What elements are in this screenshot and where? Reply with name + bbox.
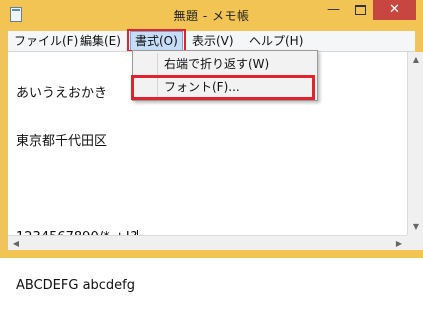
menu-item-font[interactable]: フォント(F)... [136,76,314,98]
menu-help[interactable]: ヘルプ(H) [249,31,303,51]
editor-line: 東京都千代田区 [16,134,108,149]
menu-item-label: 右端で折り返す(W) [164,57,270,71]
editor-text[interactable]: あいうえおかき 東京都千代田区 1234567890/*-+!? ABCDEFG… [16,54,139,326]
size-grip[interactable] [407,235,423,251]
menu-edit[interactable]: 編集(E) [80,31,121,51]
menu-format[interactable]: 書式(O) [130,31,183,51]
maximize-icon [354,5,366,15]
menu-bar: ファイル(F) 編集(E) 書式(O) 表示(V) ヘルプ(H) [8,31,415,51]
minimize-button[interactable]: — [320,0,347,20]
close-button[interactable]: ✕ [373,0,416,20]
minimize-icon: — [327,2,340,17]
format-dropdown-menu: 右端で折り返す(W) フォント(F)... [132,50,318,101]
window-bottom-border [0,250,423,258]
editor-line: ABCDEFG abcdefg [16,278,136,293]
close-icon: ✕ [389,2,400,17]
maximize-button[interactable] [347,0,373,20]
title-bar[interactable]: 無題 - メモ帳 — ✕ [0,0,423,30]
editor-line: あいうえおかき [16,86,108,101]
menu-file[interactable]: ファイル(F) [14,31,78,51]
scroll-down-icon[interactable]: ▼ [408,219,423,235]
menu-item-word-wrap[interactable]: 右端で折り返す(W) [136,53,314,75]
vertical-scrollbar[interactable]: ▲ ▼ [407,52,423,235]
menu-item-label: フォント(F)... [164,80,240,94]
horizontal-scrollbar[interactable]: ◀ ▶ [8,235,407,251]
notepad-window: 無題 - メモ帳 — ✕ ファイル(F) 編集(E) 書式(O) 表示(V) ヘ… [0,0,423,293]
menu-view[interactable]: 表示(V) [192,31,234,51]
scroll-up-icon[interactable]: ▲ [408,52,423,68]
